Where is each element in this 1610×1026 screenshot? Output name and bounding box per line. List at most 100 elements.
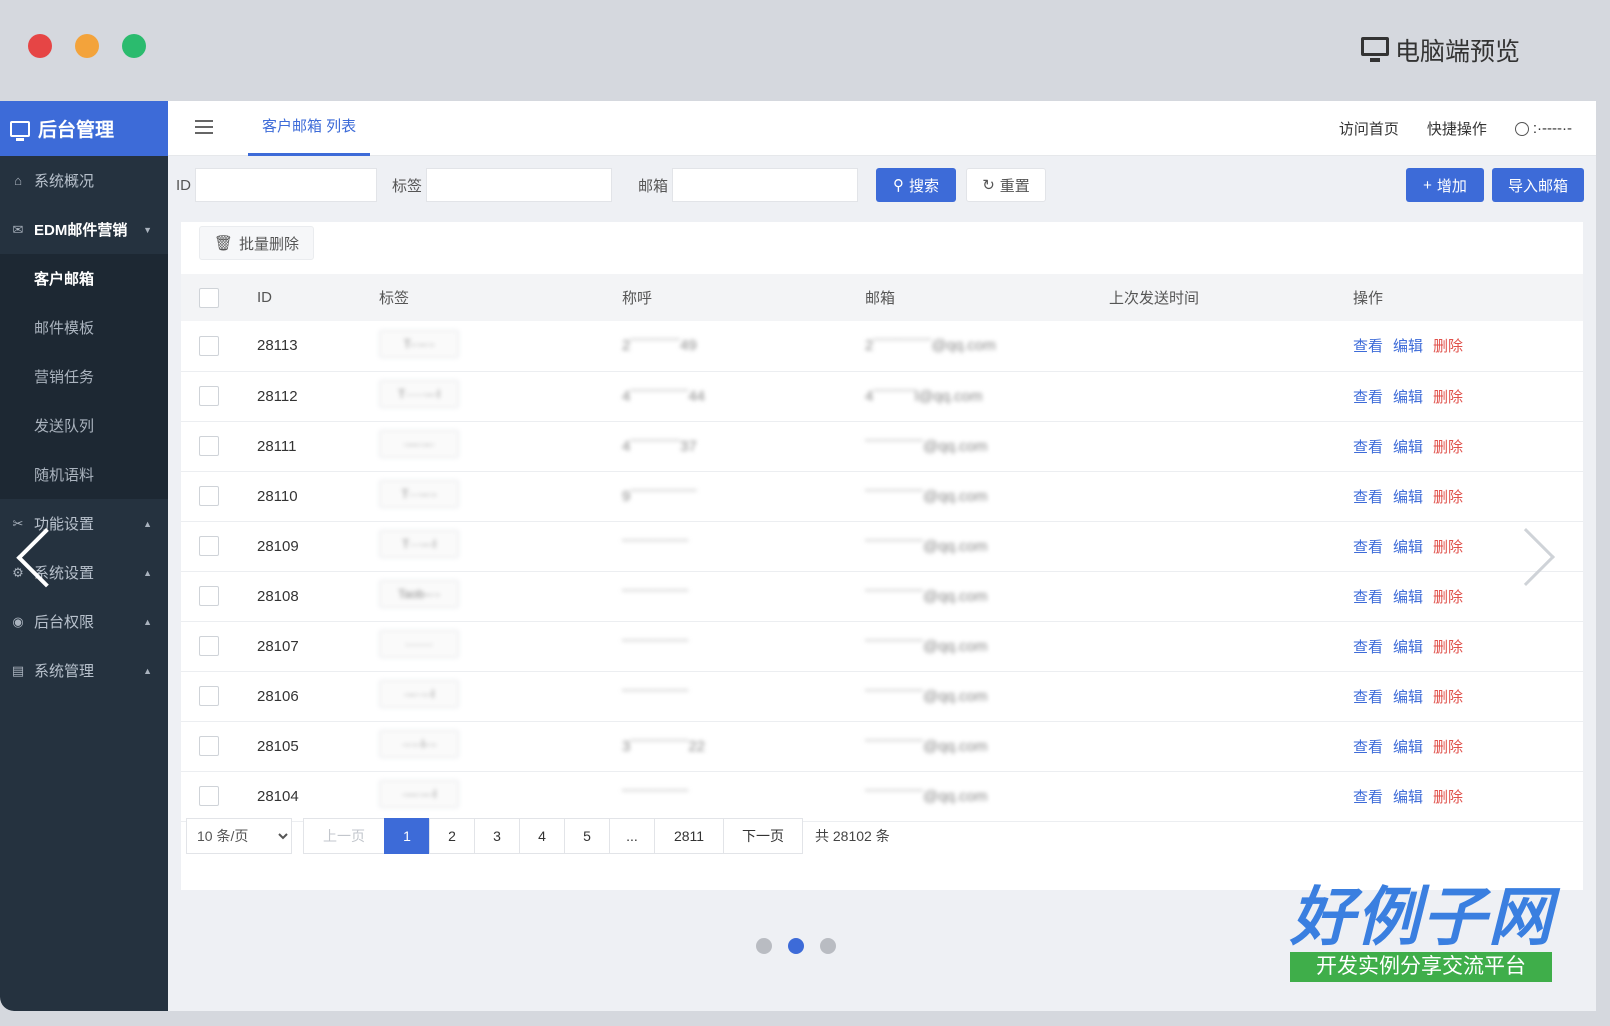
pagination: 10 条/页 上一页 1 2 3 4 5... 2811 下一页 共 28102 条	[186, 818, 890, 854]
page-button[interactable]: 5	[564, 818, 610, 854]
view-link[interactable]: 查看	[1353, 689, 1383, 706]
view-link[interactable]: 查看	[1353, 589, 1383, 606]
prev-page-button[interactable]: 上一页	[303, 818, 385, 854]
header-name[interactable]: 称呼	[622, 274, 865, 321]
next-page-button[interactable]: 下一页	[723, 818, 803, 854]
row-checkbox[interactable]	[199, 436, 219, 456]
cell-tag: ·-·-·l-·-	[379, 721, 622, 771]
edit-link[interactable]: 编辑	[1393, 439, 1423, 456]
edit-link[interactable]: 编辑	[1393, 539, 1423, 556]
sidebar-item-0[interactable]: ⌂ 系统概况	[0, 156, 168, 205]
refresh-icon: ↻	[982, 177, 995, 194]
visit-home-link[interactable]: 访问首页	[1339, 118, 1399, 139]
search-button[interactable]: ⚲ 搜索	[876, 168, 956, 202]
row-checkbox[interactable]	[199, 486, 219, 506]
sidebar-item-2[interactable]: ✂ 功能设置 ▲	[0, 499, 168, 548]
header-actions: 操作	[1353, 290, 1384, 307]
reset-button[interactable]: ↻ 重置	[966, 168, 1046, 202]
header-id[interactable]: ID	[257, 274, 379, 321]
carousel-dot[interactable]	[756, 938, 772, 954]
edit-link[interactable]: 编辑	[1393, 739, 1423, 756]
view-link[interactable]: 查看	[1353, 338, 1383, 355]
bulk-delete-button[interactable]: 🗑 批量删除	[199, 226, 315, 260]
mail-input[interactable]	[672, 168, 859, 202]
tag-pill: T-·--·-	[379, 329, 459, 358]
page-size-select[interactable]: 10 条/页	[186, 818, 292, 854]
sidebar-item-5[interactable]: ▤ 系统管理 ▲	[0, 646, 168, 695]
maximize-window-dot[interactable]	[122, 34, 146, 58]
edit-link[interactable]: 编辑	[1393, 389, 1423, 406]
delete-link[interactable]: 删除	[1433, 789, 1463, 806]
view-link[interactable]: 查看	[1353, 639, 1383, 656]
header-tag[interactable]: 标签	[379, 274, 622, 321]
cell-email: ¯¯¯¯¯¯¯@qq.com	[865, 787, 988, 805]
minimize-window-dot[interactable]	[75, 34, 99, 58]
carousel-dot[interactable]	[788, 938, 804, 954]
edit-link[interactable]: 编辑	[1393, 489, 1423, 506]
delete-link[interactable]: 删除	[1433, 338, 1463, 355]
delete-link[interactable]: 删除	[1433, 589, 1463, 606]
cell-name: ¯¯¯¯¯¯¯¯	[622, 787, 689, 805]
row-checkbox[interactable]	[199, 636, 219, 656]
row-checkbox[interactable]	[199, 586, 219, 606]
view-link[interactable]: 查看	[1353, 789, 1383, 806]
delete-link[interactable]: 删除	[1433, 489, 1463, 506]
brand[interactable]: 后台管理	[0, 101, 168, 156]
delete-link[interactable]: 删除	[1433, 389, 1463, 406]
delete-link[interactable]: 删除	[1433, 639, 1463, 656]
sidebar-subitem-0[interactable]: 客户邮箱	[0, 254, 168, 303]
delete-link[interactable]: 删除	[1433, 539, 1463, 556]
row-select-cell	[181, 671, 257, 721]
page-button[interactable]: 2811	[654, 818, 724, 854]
sidebar-subitem-1[interactable]: 邮件模板	[0, 303, 168, 352]
add-button[interactable]: + 增加	[1406, 168, 1484, 202]
sidebar-subitem-2[interactable]: 营销任务	[0, 352, 168, 401]
view-link[interactable]: 查看	[1353, 739, 1383, 756]
quick-actions-link[interactable]: 快捷操作	[1427, 118, 1487, 139]
page-button[interactable]: 4	[519, 818, 565, 854]
row-checkbox[interactable]	[199, 335, 219, 356]
tab-customer-emails[interactable]: 客户邮箱 列表	[248, 101, 371, 156]
page-button[interactable]: 2	[429, 818, 475, 854]
select-all-checkbox[interactable]	[199, 287, 219, 308]
mail-filter: 邮箱	[638, 168, 859, 202]
delete-link[interactable]: 删除	[1433, 439, 1463, 456]
sidebar-item-1[interactable]: ✉ EDM邮件营销 ▼	[0, 205, 168, 254]
row-checkbox[interactable]	[199, 686, 219, 706]
edit-link[interactable]: 编辑	[1393, 589, 1423, 606]
edit-link[interactable]: 编辑	[1393, 338, 1423, 355]
view-link[interactable]: 查看	[1353, 539, 1383, 556]
row-checkbox[interactable]	[199, 736, 219, 756]
row-checkbox[interactable]	[199, 786, 219, 806]
edit-link[interactable]: 编辑	[1393, 639, 1423, 656]
mail-icon: ✉	[12, 221, 24, 237]
tag-input[interactable]	[426, 168, 613, 202]
import-emails-button[interactable]: 导入邮箱	[1492, 168, 1584, 202]
delete-link[interactable]: 删除	[1433, 739, 1463, 756]
sidebar-subitem-4[interactable]: 随机语料	[0, 450, 168, 499]
view-link[interactable]: 查看	[1353, 389, 1383, 406]
carousel-prev-arrow-icon[interactable]	[28, 520, 68, 590]
carousel-next-arrow-icon[interactable]	[1522, 520, 1562, 590]
row-checkbox[interactable]	[199, 386, 219, 406]
header-email[interactable]: 邮箱	[865, 274, 1109, 321]
page-button[interactable]: 1	[384, 818, 430, 854]
header-last-sent[interactable]: 上次发送时间	[1109, 274, 1353, 321]
edit-link[interactable]: 编辑	[1393, 789, 1423, 806]
sidebar-subitem-3[interactable]: 发送队列	[0, 401, 168, 450]
close-window-dot[interactable]	[28, 34, 52, 58]
view-link[interactable]: 查看	[1353, 439, 1383, 456]
cell-tag: T···--·-	[379, 471, 622, 521]
edit-link[interactable]: 编辑	[1393, 689, 1423, 706]
row-checkbox[interactable]	[199, 536, 219, 556]
menu-toggle-icon[interactable]	[195, 120, 213, 134]
gear-icon: ⚙	[12, 564, 24, 580]
id-input[interactable]	[195, 168, 377, 202]
user-menu[interactable]: :·----·-	[1514, 120, 1572, 137]
delete-link[interactable]: 删除	[1433, 689, 1463, 706]
carousel-dot[interactable]	[820, 938, 836, 954]
page-button[interactable]: 3	[474, 818, 520, 854]
sidebar-item-4[interactable]: ◉ 后台权限 ▲	[0, 597, 168, 646]
view-link[interactable]: 查看	[1353, 489, 1383, 506]
table-body: 28113 T-·--·- 2¯¯¯¯¯¯49 2¯¯¯¯¯¯¯@qq.com 查看 编辑…	[181, 321, 1583, 821]
